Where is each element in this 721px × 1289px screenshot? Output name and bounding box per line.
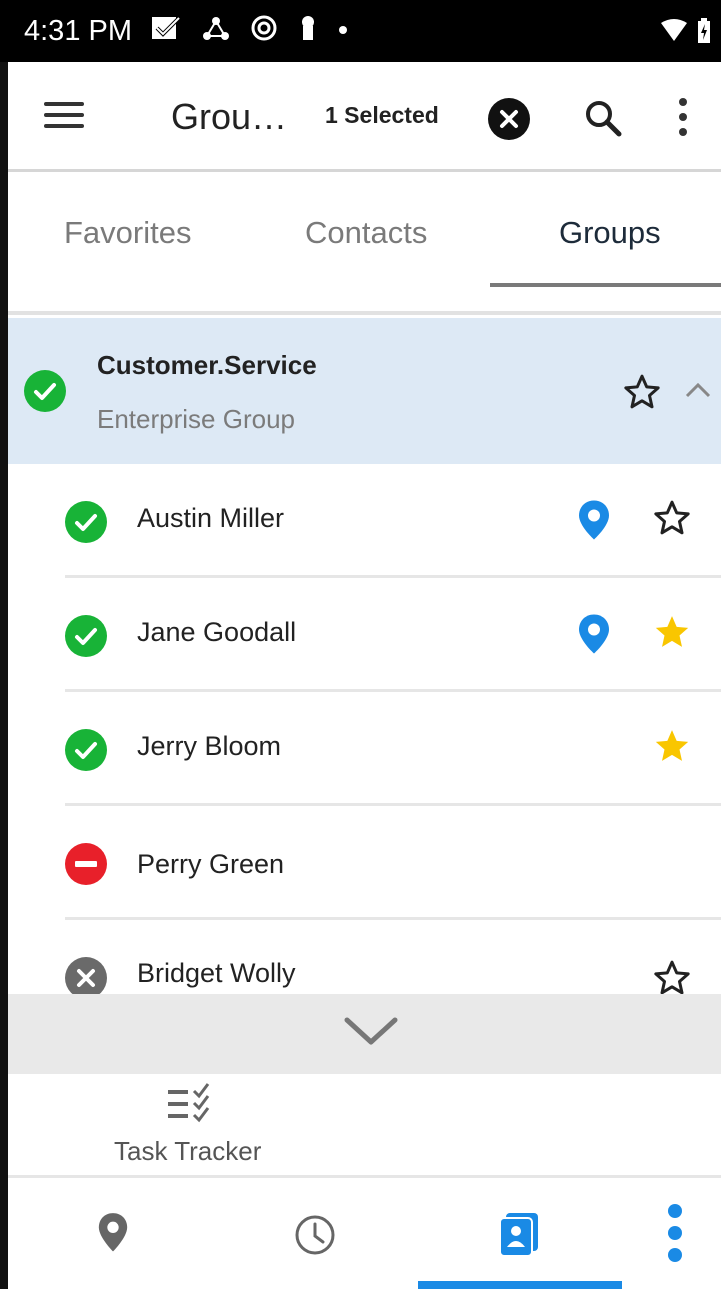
tab-bar: Favorites Contacts Groups	[8, 175, 721, 315]
task-tracker-label: Task Tracker	[114, 1136, 262, 1166]
contact-row[interactable]: Austin Miller	[8, 464, 721, 578]
overflow-menu-button[interactable]	[668, 94, 698, 140]
status-bar: 4:31 PM	[0, 0, 721, 62]
group-name: Customer.Service	[97, 350, 317, 380]
task-notification-icon	[152, 16, 181, 39]
tab-contacts[interactable]: Contacts	[305, 215, 427, 251]
clear-selection-button[interactable]	[488, 98, 530, 140]
notification-icons	[150, 14, 348, 42]
map-icon[interactable]	[96, 1211, 130, 1255]
search-button[interactable]	[581, 96, 625, 140]
chevron-up-icon[interactable]	[684, 380, 712, 400]
active-tab-indicator	[490, 283, 721, 287]
menu-button[interactable]	[44, 98, 84, 132]
contacts-icon[interactable]	[498, 1211, 542, 1257]
bottom-navigation	[8, 1181, 721, 1289]
page-title: Grou…	[171, 96, 288, 137]
app-bar: Grou… 1 Selected	[8, 62, 721, 172]
contact-row[interactable]: Jane Goodall	[8, 578, 721, 692]
do-not-disturb-icon	[65, 843, 107, 885]
battery-icon	[698, 18, 710, 43]
star-outline-icon[interactable]	[622, 372, 662, 412]
system-icons	[659, 18, 711, 44]
screen-edge	[0, 62, 8, 1289]
contact-row[interactable]: Perry Green	[8, 806, 721, 920]
close-icon	[500, 110, 518, 128]
expand-panel-button[interactable]	[8, 994, 721, 1074]
available-status-icon	[24, 370, 66, 412]
star-filled-icon[interactable]	[652, 726, 692, 766]
available-status-icon	[65, 615, 107, 657]
chevron-down-icon	[344, 1017, 398, 1045]
star-outline-icon[interactable]	[652, 498, 692, 538]
selection-count: 1 Selected	[325, 102, 439, 128]
tab-groups[interactable]: Groups	[559, 215, 661, 251]
more-icon[interactable]	[664, 1203, 686, 1263]
task-list-icon	[168, 1083, 210, 1123]
wifi-icon	[661, 19, 687, 41]
group-header[interactable]: Customer.Service Enterprise Group	[8, 318, 721, 464]
dot-icon	[339, 26, 347, 34]
active-nav-indicator	[418, 1281, 622, 1289]
contact-name: Jane Goodall	[137, 617, 297, 647]
available-status-icon	[65, 501, 107, 543]
search-icon	[586, 101, 622, 137]
lock-notification-icon	[302, 16, 314, 40]
offline-status-icon	[65, 957, 107, 999]
contact-row[interactable]: Jerry Bloom	[8, 692, 721, 806]
contact-name: Perry Green	[137, 849, 285, 879]
task-tracker-shortcut[interactable]: Task Tracker	[8, 1074, 721, 1178]
network-icon	[203, 17, 229, 40]
star-outline-icon[interactable]	[652, 958, 692, 998]
location-pin-icon[interactable]	[576, 613, 612, 655]
location-pin-icon[interactable]	[576, 499, 612, 541]
contact-name: Jerry Bloom	[137, 731, 282, 761]
contact-name: Austin Miller	[137, 503, 285, 533]
at-sign-icon	[251, 15, 277, 41]
available-status-icon	[65, 729, 107, 771]
tab-favorites[interactable]: Favorites	[64, 215, 191, 251]
star-filled-icon[interactable]	[652, 612, 692, 652]
status-time: 4:31 PM	[24, 15, 132, 47]
contact-name: Bridget Wolly	[137, 958, 296, 988]
history-icon[interactable]	[293, 1213, 337, 1257]
group-subtitle: Enterprise Group	[97, 404, 295, 434]
